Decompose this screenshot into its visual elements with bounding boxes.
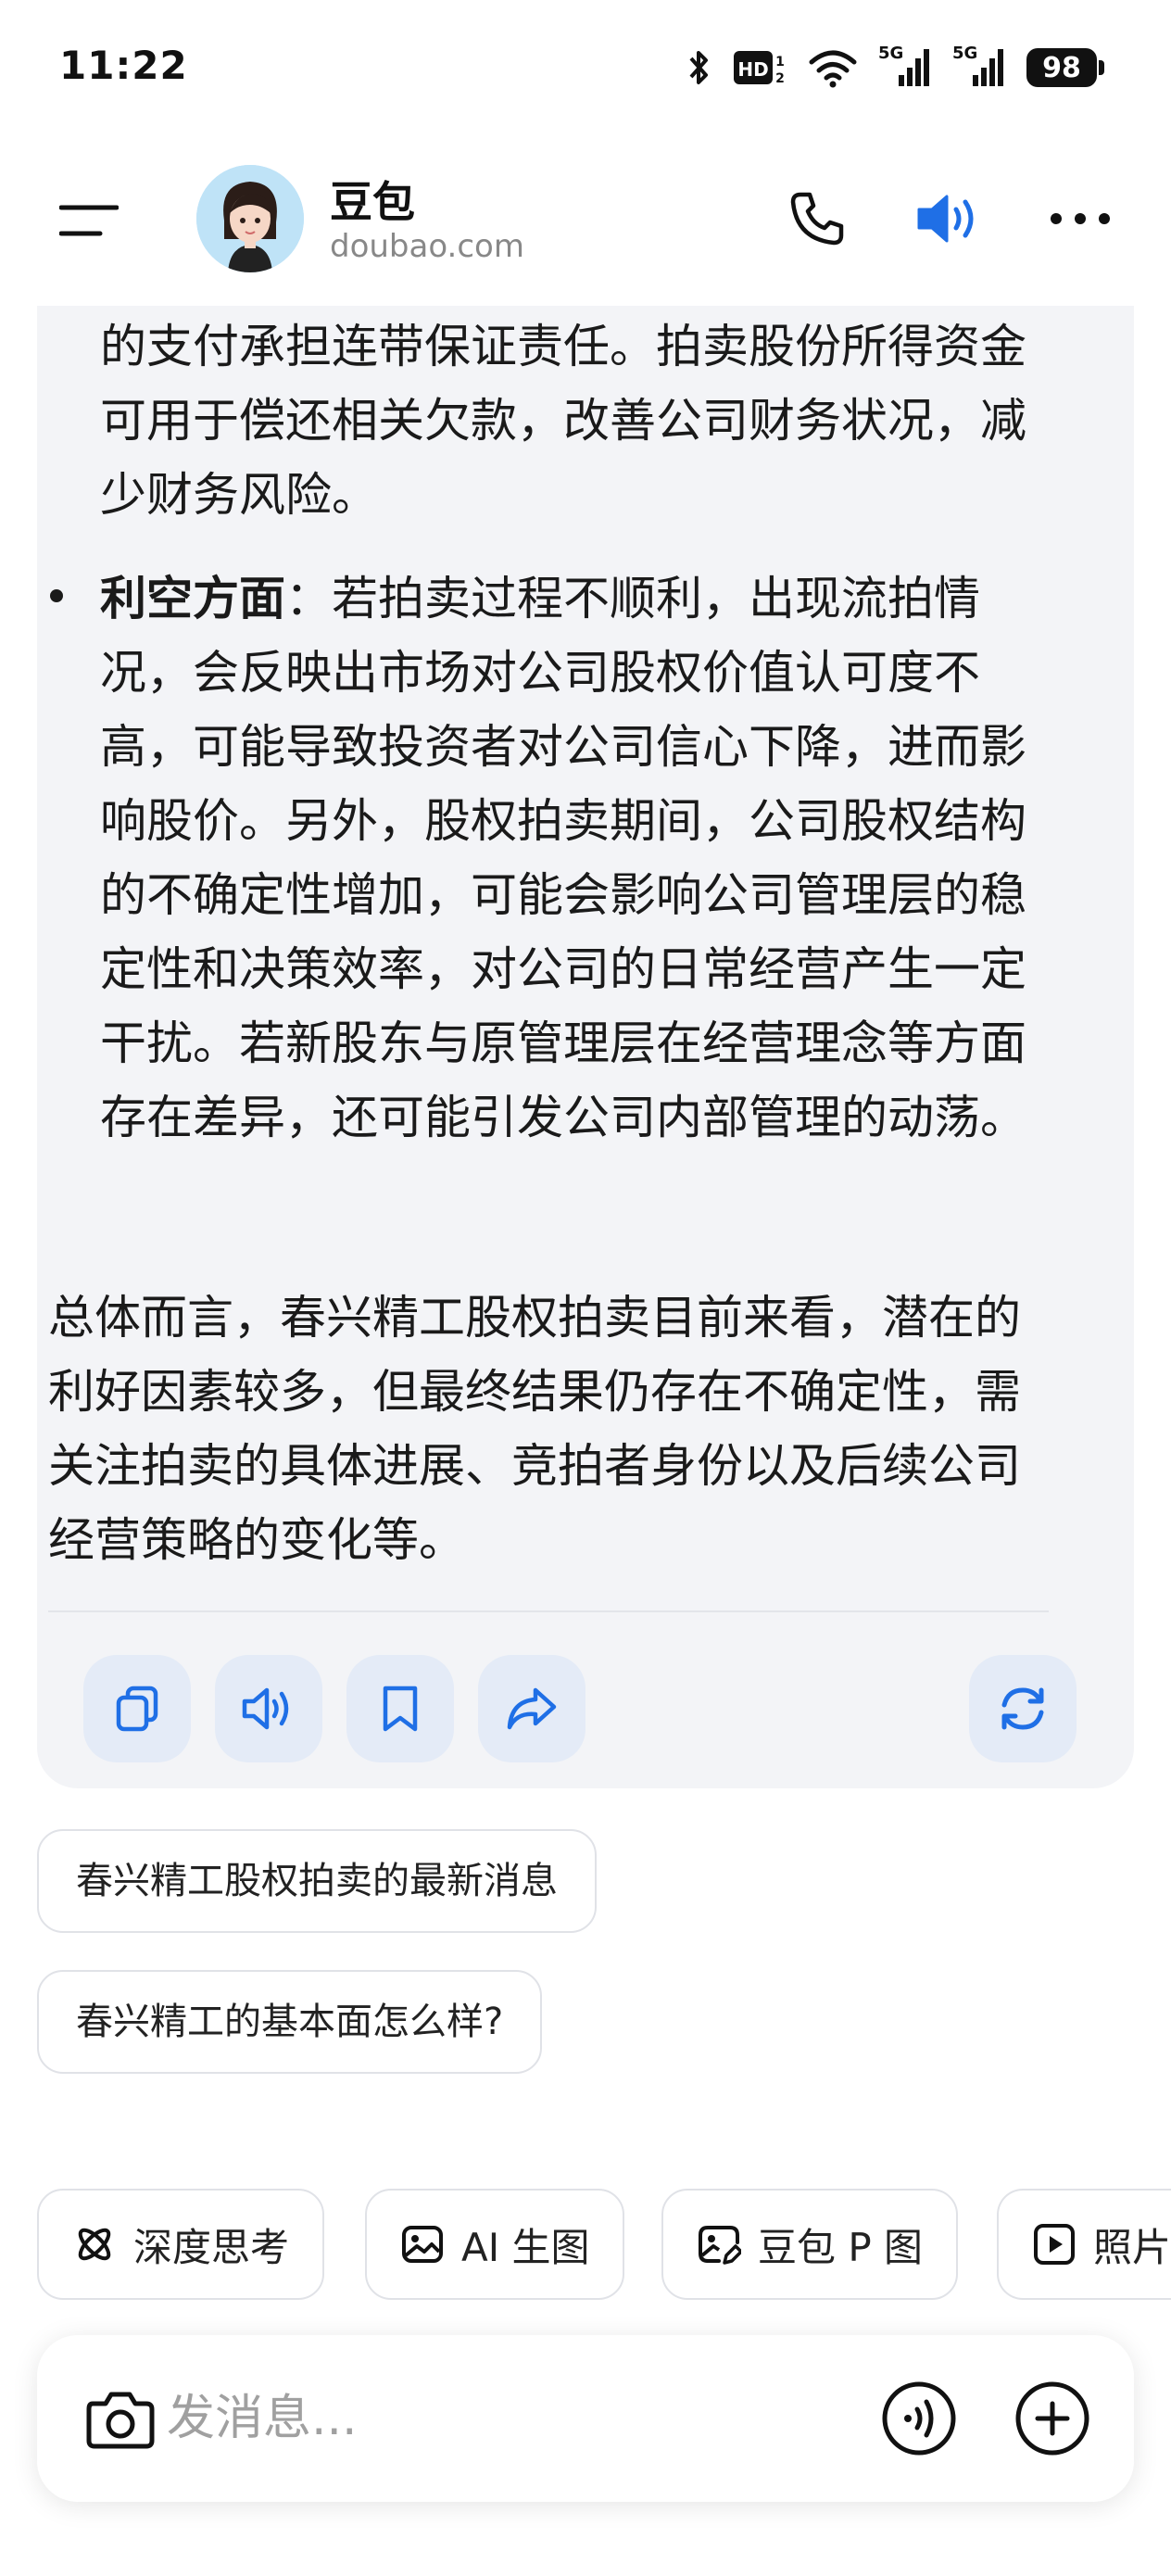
signal-1: 5G [878, 44, 932, 88]
bullet-text: ：若拍卖过程不顺利，出现流拍情况，会反映出市场对公司股权价值认可度不高，可能导致… [100, 572, 1026, 1144]
status-bar: 11:22 HD 1 2 5G 5G 98 [0, 0, 1171, 139]
tool-photo-edit[interactable]: 豆包 P 图 [661, 2189, 959, 2300]
menu-icon [58, 205, 120, 236]
svg-text:1: 1 [775, 55, 785, 69]
more-icon [1051, 213, 1110, 224]
voice-input-button[interactable] [875, 2374, 963, 2463]
chat-header [0, 139, 1171, 306]
status-time: 11:22 [59, 43, 188, 88]
speaker-icon [917, 195, 974, 243]
speaker-outline-icon [242, 1687, 289, 1730]
bookmark-button[interactable] [346, 1655, 454, 1762]
video-icon [1032, 2222, 1077, 2267]
avatar[interactable] [196, 165, 304, 272]
svg-text:HD: HD [737, 58, 768, 81]
regenerate-button[interactable] [969, 1655, 1077, 1762]
tool-label: 照片 [1093, 2224, 1171, 2270]
phone-icon [790, 192, 844, 246]
image-edit-icon [697, 2222, 741, 2267]
chat-title: 豆包 [330, 177, 415, 227]
card-divider [48, 1610, 1049, 1612]
read-aloud-button[interactable] [215, 1655, 322, 1762]
bookmark-icon [383, 1686, 418, 1732]
network-type-1: 5G [878, 44, 904, 63]
tool-label: 深度思考 [133, 2224, 290, 2270]
image-icon [400, 2222, 445, 2267]
call-button[interactable] [784, 185, 850, 252]
avatar-image [196, 165, 304, 272]
voice-wave-icon [882, 2381, 956, 2456]
message-input[interactable] [167, 2381, 815, 2456]
signal-2: 5G [952, 44, 1006, 88]
atom-icon [72, 2222, 117, 2267]
share-button[interactable] [478, 1655, 586, 1762]
menu-button[interactable] [58, 202, 120, 239]
camera-icon [86, 2392, 155, 2449]
chat-screen: 11:22 HD 1 2 5G 5G 98 豆包 doubao.com 的支付承… [0, 0, 1171, 2576]
copy-icon [116, 1686, 158, 1732]
network-type-2: 5G [952, 44, 978, 63]
plus-icon [1015, 2381, 1089, 2456]
bullet-marker [50, 589, 63, 602]
status-icons: HD 1 2 5G 5G 98 [687, 44, 1104, 91]
add-button[interactable] [1008, 2374, 1097, 2463]
chat-subtitle: doubao.com [330, 228, 524, 265]
suggestion-chip[interactable]: 春兴精工股权拍卖的最新消息 [37, 1829, 597, 1933]
hd-icon: HD 1 2 [734, 51, 785, 86]
bullet-label: 利空方面 [100, 572, 285, 625]
tool-photo[interactable]: 照片 [997, 2189, 1171, 2300]
message-paragraph: 的支付承担连带保证责任。拍卖股份所得资金可用于偿还相关欠款，改善公司财务状况，减… [100, 320, 1026, 522]
tool-label: 豆包 P 图 [758, 2224, 924, 2270]
refresh-icon [1001, 1687, 1044, 1730]
bluetooth-icon [689, 51, 708, 84]
battery-indicator: 98 [1026, 48, 1104, 87]
share-icon [507, 1687, 557, 1730]
suggestion-chip[interactable]: 春兴精工的基本面怎么样? [37, 1970, 543, 2074]
wifi-icon [809, 50, 857, 88]
camera-button[interactable] [76, 2374, 165, 2463]
tool-deep-think[interactable]: 深度思考 [37, 2189, 325, 2300]
speaker-button[interactable] [915, 185, 982, 252]
message-bullet: 利空方面：若拍卖过程不顺利，出现流拍情况，会反映出市场对公司股权价值认可度不高，… [100, 562, 1064, 1155]
tool-label: AI 生图 [461, 2224, 590, 2270]
more-button[interactable] [1047, 185, 1114, 252]
tool-ai-image[interactable]: AI 生图 [365, 2189, 625, 2300]
svg-text:2: 2 [775, 71, 785, 86]
message-summary: 总体而言，春兴精工股权拍卖目前来看，潜在的利好因素较多，但最终结果仍存在不确定性… [48, 1291, 1021, 1567]
copy-button[interactable] [83, 1655, 191, 1762]
